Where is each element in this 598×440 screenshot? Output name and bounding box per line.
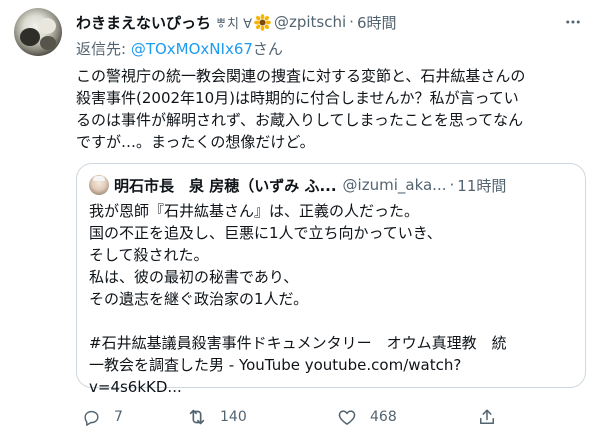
quoted-display-name: 明石市長 泉 房穂（いずみ ふ... bbox=[114, 176, 337, 195]
quoted-avatar bbox=[89, 175, 109, 195]
author-handle[interactable]: @zpitschi bbox=[274, 13, 346, 31]
display-name[interactable]: わきまえないぴっち bbox=[76, 12, 211, 33]
retweet-count: 140 bbox=[220, 409, 247, 425]
reply-suffix: さん bbox=[252, 40, 283, 58]
tweet-time[interactable]: 6時間 bbox=[357, 12, 397, 33]
like-button[interactable]: 468 bbox=[336, 400, 397, 434]
header-separator: · bbox=[349, 13, 354, 31]
reply-count: 7 bbox=[114, 409, 123, 425]
tweet-actions: 7 140 468 bbox=[76, 400, 516, 434]
quoted-time: 11時間 bbox=[457, 176, 507, 195]
quoted-tweet-text: 我が恩師『石井紘基さん』は、正義の人だった。 国の不正を追及し、巨悪に1人で立ち… bbox=[89, 202, 507, 396]
like-icon bbox=[336, 406, 358, 428]
more-icon[interactable] bbox=[562, 11, 584, 33]
reply-button[interactable]: 7 bbox=[80, 400, 123, 434]
quoted-tweet[interactable]: 明石市長 泉 房穂（いずみ ふ... @izumi_aka... · 11時間 … bbox=[76, 163, 586, 396]
avatar[interactable] bbox=[14, 8, 62, 56]
quoted-tweet-header: 明石市長 泉 房穂（いずみ ふ... @izumi_aka... · 11時間 bbox=[89, 175, 575, 195]
name-suffix: ㅹ치 ∀ bbox=[215, 16, 252, 32]
quoted-separator: · bbox=[449, 176, 455, 194]
reply-mention-link[interactable]: @TOxMOxNIx67 bbox=[131, 40, 253, 58]
tweet[interactable]: わきまえないぴっち ㅹ치 ∀ @zpitschi · 6時間 返信先: @TOx… bbox=[0, 0, 598, 440]
tweet-header: わきまえないぴっち ㅹ치 ∀ @zpitschi · 6時間 bbox=[76, 11, 396, 33]
sunflower-icon bbox=[254, 13, 271, 31]
like-count: 468 bbox=[370, 409, 397, 425]
share-button[interactable] bbox=[476, 400, 498, 434]
reply-icon bbox=[80, 406, 102, 428]
retweet-button[interactable]: 140 bbox=[186, 400, 247, 434]
retweet-icon bbox=[186, 406, 208, 428]
share-icon bbox=[476, 406, 498, 428]
reply-context: 返信先: @TOxMOxNIx67さん bbox=[76, 38, 283, 59]
quoted-handle: @izumi_aka... bbox=[342, 176, 447, 194]
tweet-text: この警視庁の統一教会関連の捜査に対する変節と、石井紘基さんの 殺害事件(2002… bbox=[76, 67, 526, 151]
reply-prefix: 返信先: bbox=[76, 40, 131, 58]
